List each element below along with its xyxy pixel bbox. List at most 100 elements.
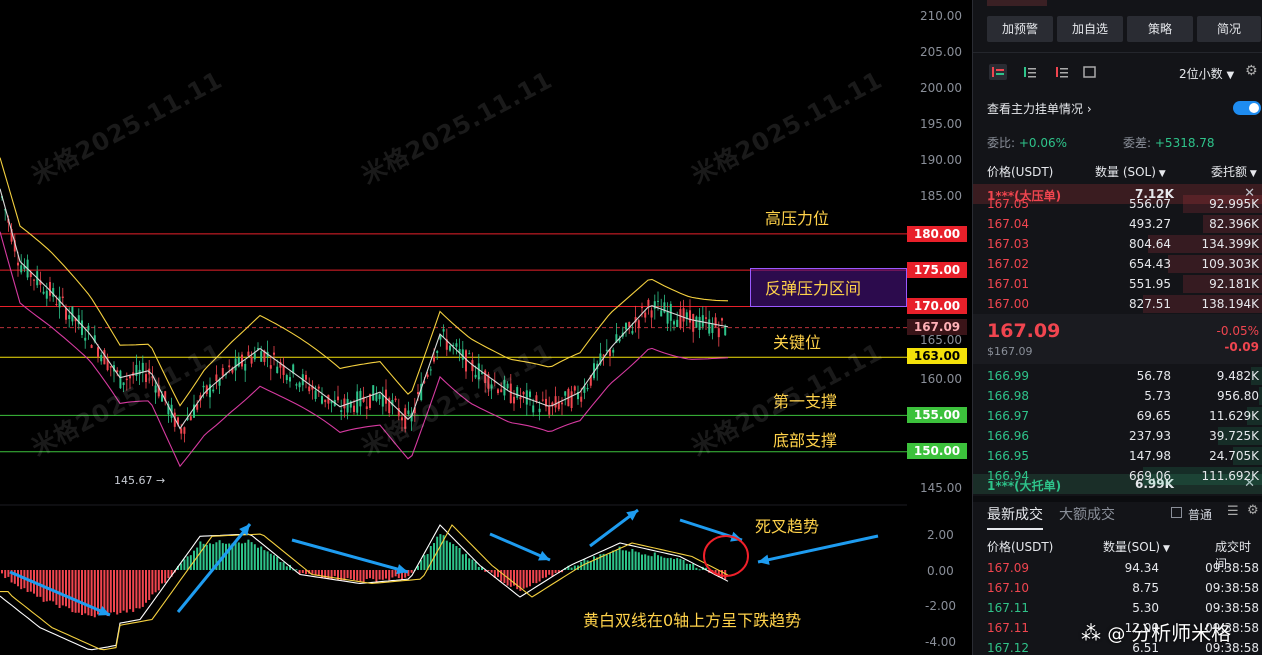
trades-header-qty-label: 数量(SOL) [1103,540,1161,554]
macd-bar [644,554,647,570]
ask-row[interactable]: 167.02 654.43 109.303K [973,254,1262,274]
tab-latest-trades[interactable]: 最新成交 [987,504,1043,530]
macd-bar [682,559,685,570]
trade-row: 167.11 12.00 09:38:58 [973,618,1262,638]
row-amount: 11.629K [1209,409,1259,423]
compact-view-icon[interactable] [1081,64,1099,80]
row-price: 167.02 [987,257,1029,271]
macd-bar [55,570,58,605]
normal-mode-checkbox[interactable] [1171,507,1182,518]
low-price-marker: 145.67 → [114,474,166,487]
candle-body [535,395,538,402]
candle-body [573,386,576,391]
trades-header-qty[interactable]: 数量(SOL) ▼ [1103,538,1170,555]
candle-body [308,386,311,392]
add-watchlist-button[interactable]: 加自选 [1057,16,1123,42]
trade-row: 167.10 8.75 09:38:58 [973,578,1262,598]
level-tag-170: 170.00 [907,298,967,314]
candle-body [353,405,355,412]
bid-row[interactable]: 166.98 5.73 956.80 [973,386,1262,406]
macd-bar [666,558,669,570]
macd-bar [196,547,199,570]
macd-bar [353,570,355,581]
macd-bar [365,570,368,580]
macd-bar [71,570,74,613]
level-tag-180: 180.00 [907,226,967,242]
macd-bar [74,570,77,613]
settings-icon[interactable]: ⚙ [1247,503,1259,518]
candle-body [426,374,429,377]
macd-bar [45,570,48,602]
macd-bar [391,570,394,578]
macd-bar [695,567,698,570]
candle-body [183,427,186,434]
both-sides-view-icon[interactable] [989,64,1007,80]
candle-body [103,350,106,365]
macd-bar [321,570,323,579]
macd-bar [113,570,115,613]
macd-bar [161,570,163,584]
macd-bar [362,570,365,582]
add-alert-button[interactable]: 加预警 [987,16,1053,42]
candle-body [647,299,650,306]
macd-bar [461,554,464,570]
macd-bar [122,570,125,611]
macd-bar [429,546,432,570]
asks-view-icon[interactable] [1053,64,1071,80]
macd-bar [545,570,547,578]
ask-row[interactable]: 167.01 551.95 92.181K [973,274,1262,294]
macd-bar [65,570,67,607]
bid-row[interactable]: 166.96 237.93 39.725K [973,426,1262,446]
ask-row[interactable]: 167.05 556.07 92.995K [973,194,1262,214]
header-amount[interactable]: 委托额 ▼ [1211,163,1257,180]
trend-arrow [757,534,879,564]
macd-bar [247,539,250,570]
bid-row[interactable]: 166.94 669.06 111.692K [973,466,1262,486]
main-orders-toggle[interactable] [1233,101,1261,115]
ask-row[interactable]: 167.00 827.51 138.194K [973,294,1262,314]
strategy-button[interactable]: 策略 [1127,16,1193,42]
bid-row[interactable]: 166.95 147.98 24.705K [973,446,1262,466]
bid-row[interactable]: 166.99 56.78 9.482K [973,366,1262,386]
macd-bar [97,570,99,615]
annotation-death-cross: 死叉趋势 [755,517,820,536]
bids-view-icon[interactable] [1021,64,1039,80]
row-amount: 109.303K [1201,257,1260,271]
candle-body [657,300,659,302]
chart-area[interactable]: 210.00 205.00 200.00 195.00 190.00 185.0… [0,0,972,655]
macd-bar [477,566,480,570]
macd-bar [58,570,61,609]
candle-body [228,365,231,368]
row-qty: 5.73 [1144,389,1171,403]
candle-body [721,318,723,321]
macd-bar [669,557,672,570]
candle-body [676,319,679,327]
row-price: 167.05 [987,197,1029,211]
row-price: 166.98 [987,389,1029,403]
bollinger-upper [0,157,729,407]
candle-body [289,377,291,382]
overview-button[interactable]: 简况 [1197,16,1261,42]
macd-bar [145,570,147,603]
ask-row[interactable]: 167.03 804.64 134.399K [973,234,1262,254]
header-qty[interactable]: 数量 (SOL) ▼ [1095,163,1166,180]
macd-bar [381,570,384,580]
trade-price: 167.09 [987,561,1029,575]
macd-bar [119,570,122,613]
tab-large-trades[interactable]: 大额成交 [1059,504,1115,524]
order-panel: 加预警 加自选 策略 简况 2位小数 ▼ ⚙ 查看主力挂单情况 › 委比: +0… [972,0,1262,655]
ask-row[interactable]: 167.04 493.27 82.396K [973,214,1262,234]
row-qty: 147.98 [1129,449,1171,463]
candle-body [532,405,535,413]
decimal-select[interactable]: 2位小数 ▼ [1179,65,1234,82]
main-orders-link[interactable]: 查看主力挂单情况 › [987,100,1092,117]
candle-body [260,351,263,362]
filter-icon[interactable]: ☰ [1227,504,1239,519]
macd-bar [657,555,659,570]
macd-bar [628,551,631,570]
macd-bar [7,570,10,577]
candle-body [586,388,589,390]
candle-body [705,317,707,319]
settings-icon[interactable]: ⚙ [1245,63,1258,79]
bid-row[interactable]: 166.97 69.65 11.629K [973,406,1262,426]
